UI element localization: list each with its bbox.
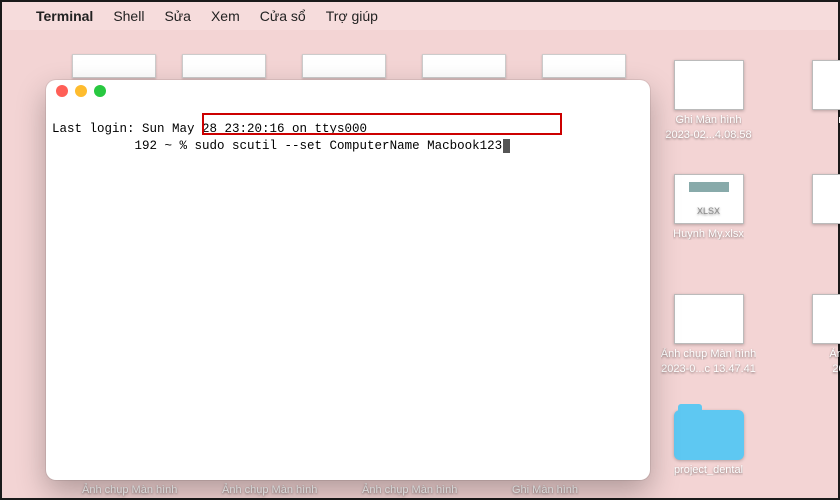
desktop-file-clipped[interactable]: co us [789,174,840,255]
menubar-item-window[interactable]: Cửa sổ [260,8,306,24]
file-label: Ghi Màn hình [675,114,741,126]
zoom-button[interactable] [94,85,106,97]
file-label: 2023-0...c 13.47.41 [651,363,766,375]
menubar-item-shell[interactable]: Shell [113,8,144,24]
screenshot-thumb-icon [812,294,840,344]
terminal-command[interactable]: sudo scutil --set ComputerName Macbook12… [195,139,503,153]
file-label: 2023-02...4.08.58 [651,129,766,141]
desktop-file-clipped[interactable]: Ảnh ch 2023- [789,294,840,375]
screenshot-thumb-icon [812,174,840,224]
folder-icon [674,410,744,460]
menubar-item-help[interactable]: Trợ giúp [326,8,378,24]
screenshot-thumb-icon [812,60,840,110]
desktop-thumb[interactable] [72,54,156,78]
desktop-file-clipped[interactable]: mư ti [789,60,840,141]
desktop-thumb[interactable] [302,54,386,78]
menubar-item-edit[interactable]: Sửa [164,8,191,24]
file-label: Huynh My.xlsx [673,228,744,240]
desktop-folder[interactable]: project_dental [651,410,766,479]
file-label: Ảnh chụp Màn hình [222,484,317,496]
terminal-cursor [503,139,510,153]
desktop-file-screenshot[interactable]: Ảnh chụp Màn hình 2023-0...c 13.47.41 [651,294,766,375]
file-label: Ghi Màn hình [512,484,578,496]
desktop-thumb[interactable] [542,54,626,78]
menubar: Terminal Shell Sửa Xem Cửa sổ Trợ giúp [2,2,838,30]
minimize-button[interactable] [75,85,87,97]
desktop-file-screenrec[interactable]: Ghi Màn hình 2023-02...4.08.58 [651,60,766,141]
file-label: 2023- [789,363,840,375]
file-label: Ảnh ch [829,348,840,360]
file-label: project_dental [674,464,743,476]
terminal-last-login: Last login: Sun May 28 23:20:16 on ttys0… [52,121,644,138]
file-label: Ảnh chụp Màn hình [82,484,177,496]
desktop-thumb[interactable] [422,54,506,78]
desktop-file-xlsx[interactable]: XLSX Huynh My.xlsx [651,174,766,243]
terminal-prompt: 192 ~ % [52,139,195,153]
close-button[interactable] [56,85,68,97]
screenshot-thumb-icon [674,60,744,110]
window-titlebar[interactable] [46,80,650,102]
file-label: Ảnh chụp Màn hình [362,484,457,496]
xlsx-badge: XLSX [697,206,720,216]
xlsx-file-icon: XLSX [674,174,744,224]
file-label: us [789,243,840,255]
desktop-thumb[interactable] [182,54,266,78]
terminal-body[interactable]: Last login: Sun May 28 23:20:16 on ttys0… [46,102,650,190]
file-label: ti [789,129,840,141]
menubar-item-view[interactable]: Xem [211,8,240,24]
screenshot-thumb-icon [674,294,744,344]
file-label: Ảnh chụp Màn hình [661,348,756,360]
terminal-window[interactable]: Last login: Sun May 28 23:20:16 on ttys0… [46,80,650,480]
menubar-appname[interactable]: Terminal [36,8,93,24]
